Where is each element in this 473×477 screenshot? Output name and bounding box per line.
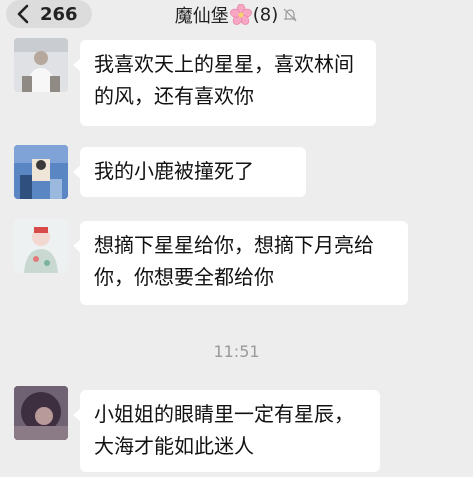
avatar-image (14, 145, 68, 199)
message-row: 我的小鹿被撞死了 (0, 145, 473, 201)
avatar[interactable] (14, 219, 68, 273)
message-text: 我喜欢天上的星星，喜欢林间的风，还有喜欢你 (94, 52, 354, 108)
chat-header: 266 魔仙堡 (8) (0, 0, 473, 30)
cherry-blossom-icon (229, 4, 252, 25)
member-count: (8) (252, 4, 279, 26)
chat-title: 魔仙堡 (8) (0, 2, 473, 28)
message-bubble[interactable]: 想摘下星星给你，想摘下月亮给你，你想要全都给你 (73, 221, 408, 305)
message-bubble[interactable]: 小姐姐的眼睛里一定有星辰，大海才能如此迷人 (73, 390, 380, 472)
avatar[interactable] (14, 38, 68, 92)
message-text: 想摘下星星给你，想摘下月亮给你，你想要全都给你 (94, 233, 374, 289)
avatar[interactable] (14, 145, 68, 199)
message-row: 小姐姐的眼睛里一定有星辰，大海才能如此迷人 (0, 386, 473, 474)
avatar-image (14, 219, 68, 273)
group-name: 魔仙堡 (174, 6, 229, 27)
message-text: 我的小鹿被撞死了 (94, 159, 254, 183)
message-text: 小姐姐的眼睛里一定有星辰，大海才能如此迷人 (94, 402, 354, 458)
avatar-image (14, 386, 68, 440)
timestamp: 11:51 (213, 342, 260, 361)
avatar-image (14, 38, 68, 92)
message-row: 我喜欢天上的星星，喜欢林间的风，还有喜欢你 (0, 38, 473, 130)
message-bubble[interactable]: 我的小鹿被撞死了 (73, 147, 306, 197)
message-bubble[interactable]: 我喜欢天上的星星，喜欢林间的风，还有喜欢你 (73, 40, 376, 126)
message-row: 想摘下星星给你，想摘下月亮给你，你想要全都给你 (0, 219, 473, 311)
bell-muted-icon (283, 8, 297, 22)
avatar[interactable] (14, 386, 68, 440)
